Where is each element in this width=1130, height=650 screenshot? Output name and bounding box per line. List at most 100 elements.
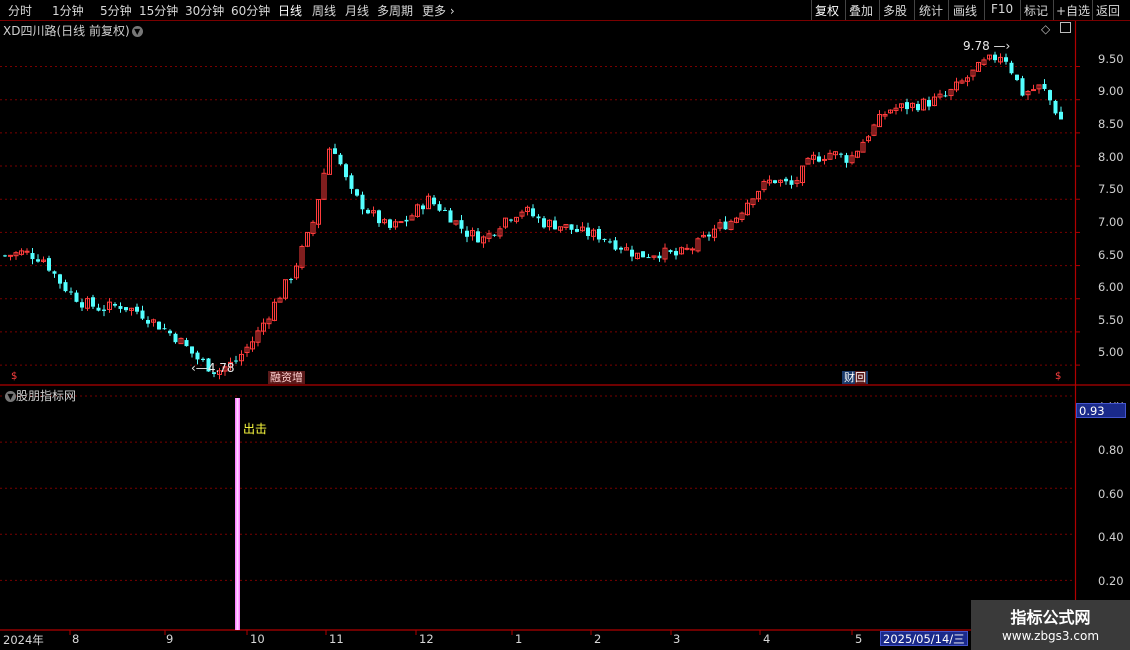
candle-body: [333, 148, 337, 154]
chevron-down-icon[interactable]: ▼: [131, 26, 143, 37]
chart-canvas[interactable]: [0, 20, 1130, 650]
candle-body: [102, 309, 106, 311]
candle-body: [124, 307, 128, 311]
toolbar-divider: [1053, 0, 1054, 20]
candle-body: [602, 238, 607, 240]
buyback-label: 回: [855, 371, 866, 384]
watermark: 指标公式网 www.zbgs3.com: [971, 600, 1130, 650]
candle-body: [432, 197, 436, 205]
high-price-value: 9.78: [963, 39, 990, 53]
fuquan-button[interactable]: 复权: [815, 2, 839, 19]
candle-body: [723, 221, 728, 230]
top-border: [0, 20, 1130, 21]
candle-body: [707, 234, 711, 237]
event-tag-finance[interactable]: 财回: [842, 371, 868, 384]
more-menu-button[interactable]: 更多 ›: [422, 2, 455, 19]
period-tab-fenshi[interactable]: 分时: [8, 2, 32, 19]
back-button[interactable]: 返回: [1096, 2, 1120, 19]
event-tag-financing[interactable]: 融资增: [268, 371, 305, 384]
draw-line-button[interactable]: 画线: [953, 2, 977, 19]
period-tab-monthly[interactable]: 月线: [345, 2, 369, 19]
period-tab-15min[interactable]: 15分钟: [139, 2, 178, 19]
date-tick: 2024年: [3, 633, 44, 647]
overlay-button[interactable]: 叠加: [849, 2, 873, 19]
candle-body: [905, 102, 909, 110]
candle-body: [1042, 84, 1047, 89]
candle-body: [36, 259, 40, 262]
candle-body: [80, 302, 84, 308]
period-tab-30min[interactable]: 30分钟: [185, 2, 224, 19]
candle-body: [536, 216, 541, 219]
dollar-icon[interactable]: $: [11, 371, 17, 382]
candle-body: [63, 282, 68, 292]
candle-body: [817, 156, 821, 162]
candle-body: [608, 241, 612, 243]
period-tab-daily[interactable]: 日线: [278, 2, 302, 19]
candle-body: [3, 255, 7, 257]
candle-body: [531, 208, 535, 217]
candle-body: [1048, 90, 1052, 101]
candlestick-series: [3, 51, 1063, 380]
candle-body: [459, 220, 464, 229]
candle-body: [993, 54, 997, 61]
candle-body: [388, 219, 392, 228]
low-price-label: ‹—4.78: [191, 361, 235, 375]
period-tab-weekly[interactable]: 周线: [312, 2, 336, 19]
chevron-down-icon[interactable]: ▼: [5, 391, 16, 402]
period-tab-5min[interactable]: 5分钟: [100, 2, 132, 19]
f10-button[interactable]: F10: [991, 2, 1013, 16]
period-tab-60min[interactable]: 60分钟: [231, 2, 270, 19]
main-panel-title: XD四川路(日线 前复权) ▼: [3, 22, 143, 39]
period-tab-multi[interactable]: 多周期: [377, 2, 413, 19]
indicator-tick: 0.60: [1098, 487, 1124, 501]
candle-body: [366, 209, 370, 214]
candle-body: [443, 210, 447, 212]
period-tab-1min[interactable]: 1分钟: [52, 2, 84, 19]
mark-button[interactable]: 标记: [1024, 2, 1048, 19]
candle-body: [1020, 78, 1025, 96]
diamond-icon[interactable]: ◇: [1041, 22, 1050, 36]
indicator-tick: 0.20: [1098, 574, 1124, 588]
finance-label: 财: [844, 371, 855, 384]
candle-body: [360, 194, 365, 210]
candle-body: [448, 210, 453, 223]
candle-body: [118, 306, 123, 309]
candle-body: [184, 340, 189, 347]
toolbar-divider: [811, 0, 812, 20]
multi-stock-button[interactable]: 多股: [883, 2, 907, 19]
candle-body: [344, 164, 348, 178]
panel-toggle-icon[interactable]: [1060, 22, 1071, 33]
candle-body: [597, 228, 601, 240]
candle-body: [773, 180, 777, 184]
date-tick: 9: [166, 632, 174, 646]
date-tick: 12: [419, 632, 434, 646]
indicator-panel-grid: [0, 395, 1075, 581]
low-price-value: 4.78: [207, 361, 235, 375]
candle-body: [135, 306, 139, 312]
date-tick: 3: [673, 632, 681, 646]
candle-body: [30, 253, 35, 260]
top-toolbar: 分时 1分钟 5分钟 15分钟 30分钟 60分钟 日线 周线 月线 多周期 更…: [0, 0, 1130, 21]
candle-body: [234, 360, 238, 362]
watermark-title: 指标公式网: [1010, 608, 1091, 627]
price-tick: 6.50: [1098, 248, 1124, 262]
candle-body: [465, 230, 469, 237]
price-tick: 7.50: [1098, 182, 1124, 196]
candle-body: [668, 250, 673, 253]
candle-body: [190, 346, 194, 354]
candle-body: [509, 219, 513, 221]
indicator-tick: 0.40: [1098, 530, 1124, 544]
add-watchlist-button[interactable]: +自选: [1056, 2, 1090, 19]
candle-body: [1004, 57, 1008, 62]
toolbar-divider: [1092, 0, 1093, 20]
date-tick: 8: [72, 632, 80, 646]
main-panel-grid: [0, 66, 1075, 366]
candle-body: [421, 205, 425, 210]
date-tick: 11: [329, 632, 344, 646]
dollar-icon[interactable]: $: [1055, 371, 1061, 382]
candle-body: [91, 297, 95, 307]
candle-body: [542, 218, 546, 228]
candle-body: [492, 234, 497, 236]
signal-bar-highlight: [236, 398, 239, 630]
statistics-button[interactable]: 统计: [919, 2, 943, 19]
